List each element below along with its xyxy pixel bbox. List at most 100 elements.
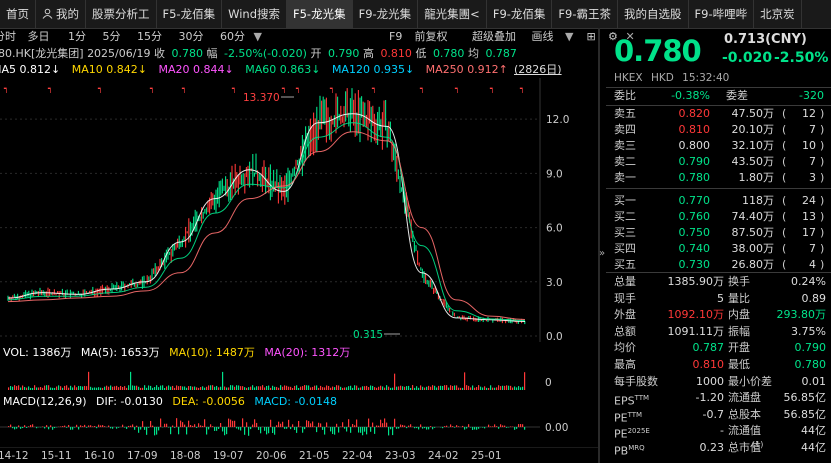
price-chart[interactable]: 0.0 3.0 6.0 9.0 12.0 ┑ ┑ ┑ ┑ ┑ ┑ ┑ ┑ ┑ ┑ ┑ ┑ ┑ ┑ 13.370 0… bbox=[0, 78, 598, 342]
volume-bar bbox=[494, 387, 496, 390]
event-flag-icon[interactable]: ┑ bbox=[454, 84, 460, 94]
volume-bar bbox=[364, 386, 366, 390]
tab-stock-analysis[interactable]: 股票分析工 bbox=[86, 0, 157, 28]
event-flag-icon[interactable]: ┑ bbox=[489, 84, 495, 94]
event-flag-icon[interactable]: ┑ bbox=[419, 84, 425, 94]
volume-bar bbox=[480, 386, 482, 390]
days-count[interactable]: (2826日) bbox=[514, 62, 562, 78]
volume-bar bbox=[190, 386, 192, 390]
draw-button[interactable]: 画线 bbox=[532, 28, 562, 45]
volume-bar bbox=[274, 386, 276, 390]
period-60min[interactable]: 60分 bbox=[220, 28, 250, 45]
macd-bar bbox=[240, 427, 242, 431]
macd-bar bbox=[490, 426, 492, 427]
volume-bar bbox=[468, 385, 470, 390]
period-5min[interactable]: 5分 bbox=[103, 28, 134, 45]
ask-row[interactable]: 卖五 0.820 47.50万 (12) bbox=[614, 106, 829, 122]
macd-bar bbox=[376, 425, 378, 427]
volume-bar bbox=[82, 386, 84, 390]
tab-wind-search[interactable]: Wind搜索 bbox=[222, 0, 287, 28]
volume-bar bbox=[124, 386, 126, 390]
close-value: 0.780 bbox=[171, 47, 203, 60]
event-flag-icon[interactable]: ┑ bbox=[371, 84, 377, 94]
macd-bar bbox=[390, 427, 392, 430]
level-volume: 26.80万 bbox=[731, 258, 775, 271]
macd-bar bbox=[456, 425, 458, 427]
ask-row[interactable]: 卖一 0.780 1.80万 (3) bbox=[614, 170, 829, 186]
event-flag-icon[interactable]: ┑ bbox=[3, 84, 9, 94]
ask-row[interactable]: 卖四 0.810 20.10万 (7) bbox=[614, 122, 829, 138]
volume-chart[interactable]: 0 bbox=[0, 360, 598, 392]
event-flag-icon[interactable]: ┑ bbox=[97, 84, 103, 94]
macd-bar bbox=[286, 427, 288, 429]
volume-bar bbox=[66, 385, 68, 390]
period-30min[interactable]: 30分 bbox=[179, 28, 217, 45]
tab-label: 龍光集團< bbox=[424, 7, 480, 21]
tab-f5-longguang[interactable]: F5-龙光集 bbox=[287, 0, 353, 28]
event-flag-icon[interactable]: ┑ bbox=[149, 84, 155, 94]
tab-longguang-group[interactable]: 龍光集團< bbox=[418, 0, 487, 28]
level-volume: 74.40万 bbox=[731, 210, 775, 223]
panel-divider[interactable] bbox=[598, 28, 600, 463]
event-flag-icon[interactable]: ┑ bbox=[295, 84, 301, 94]
event-flag-icon[interactable]: ┑ bbox=[329, 84, 335, 94]
collapse-arrow-icon[interactable]: » bbox=[599, 248, 605, 259]
ask-row[interactable]: 卖三 0.800 32.10万 (10) bbox=[614, 138, 829, 154]
tab-home[interactable]: 首页 bbox=[0, 0, 36, 28]
volume-bar bbox=[170, 386, 172, 390]
macd-bar bbox=[202, 425, 204, 427]
period-intraday[interactable]: 分时 bbox=[0, 28, 24, 45]
volume-bar bbox=[224, 386, 226, 390]
event-flag-icon[interactable]: ┑ bbox=[181, 84, 187, 94]
tab-watchlist[interactable]: 我的自选股 bbox=[618, 0, 689, 28]
level-count: 3 bbox=[809, 171, 816, 184]
period-multiday[interactable]: 多日 bbox=[28, 28, 65, 45]
ask-row[interactable]: 卖二 0.790 43.50万 (7) bbox=[614, 154, 829, 170]
grid-icon[interactable]: ⊞ bbox=[587, 28, 605, 45]
overlay-button[interactable]: 超级叠加 bbox=[472, 28, 528, 45]
x-tick-label: 17-09 bbox=[127, 450, 158, 462]
macd-bar bbox=[298, 420, 300, 427]
macd-bar bbox=[382, 423, 384, 427]
macd-bar bbox=[134, 427, 136, 430]
event-flag-icon[interactable]: ┑ bbox=[281, 84, 287, 94]
tab-mine[interactable]: 我的 bbox=[36, 0, 86, 28]
f9-button[interactable]: F9 bbox=[389, 28, 411, 45]
macd-bar bbox=[366, 427, 368, 435]
macd-bar bbox=[184, 424, 186, 427]
volume-bar bbox=[10, 386, 12, 390]
bid-row[interactable]: 买一 0.770 118万 (24) bbox=[614, 193, 829, 209]
macd-chart[interactable]: 0.00 bbox=[0, 409, 598, 447]
volume-bar bbox=[76, 387, 78, 390]
volume-bar bbox=[328, 385, 330, 390]
bid-row[interactable]: 买五 0.730 26.80万 (4) bbox=[614, 257, 829, 273]
adjust-button[interactable]: 前复权 bbox=[415, 28, 469, 45]
stat-row: PBMRQ 0.23 总市值 (1) 44亿 bbox=[614, 440, 829, 458]
volume-bar bbox=[36, 387, 38, 390]
event-flag-icon[interactable]: ┑ bbox=[519, 84, 525, 94]
event-flag-icon[interactable]: ┑ bbox=[47, 84, 53, 94]
macd-bar bbox=[364, 427, 366, 432]
stat-label-sup: MRQ bbox=[628, 444, 645, 452]
tab-f5-longbai[interactable]: F5-龙佰集 bbox=[157, 0, 223, 28]
macd-bar bbox=[494, 424, 496, 427]
volume-bar bbox=[488, 387, 490, 390]
ma5-value: 0.812↓ bbox=[19, 63, 61, 76]
toolbar-dropdown-icon[interactable]: ▼ bbox=[565, 28, 583, 45]
tab-beijing[interactable]: 北京炭 bbox=[754, 0, 802, 28]
tab-f9-bilibili[interactable]: F9-哔哩哔 bbox=[689, 0, 755, 28]
volume-bar bbox=[206, 386, 208, 390]
period-15min[interactable]: 15分 bbox=[137, 28, 175, 45]
period-1min[interactable]: 1分 bbox=[68, 28, 99, 45]
chart-menu-icon[interactable]: ▼ bbox=[254, 28, 266, 45]
tab-f9-longbai[interactable]: F9-龙佰集 bbox=[487, 0, 553, 28]
paren-open: ( bbox=[782, 123, 787, 136]
bid-row[interactable]: 买三 0.750 87.50万 (17) bbox=[614, 225, 829, 241]
tab-f9-longguang[interactable]: F9-龙光集 bbox=[353, 0, 419, 28]
tab-f9-bawang[interactable]: F9-霸王茶 bbox=[552, 0, 619, 28]
volume-bar bbox=[514, 386, 516, 390]
bid-row[interactable]: 买二 0.760 74.40万 (13) bbox=[614, 209, 829, 225]
volume-bar bbox=[214, 386, 216, 390]
event-flag-icon[interactable]: ┑ bbox=[231, 84, 237, 94]
bid-row[interactable]: 买四 0.740 38.00万 (7) bbox=[614, 241, 829, 257]
